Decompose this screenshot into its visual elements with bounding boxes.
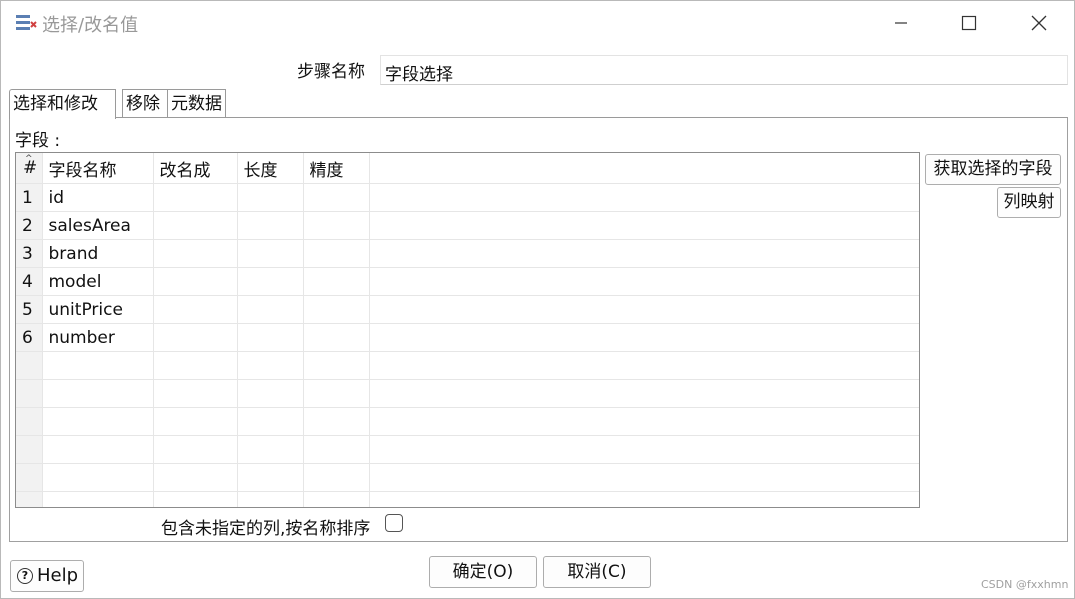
table-row[interactable]: 2 salesArea [16, 211, 919, 240]
cell-length[interactable] [237, 211, 304, 240]
cell-field-name[interactable]: unitPrice [42, 295, 154, 324]
cell-rename-to[interactable] [153, 295, 238, 324]
table-row-empty[interactable] [16, 379, 919, 408]
tab-select-modify[interactable]: 选择和修改 [9, 89, 116, 119]
get-fields-button[interactable]: 获取选择的字段 [925, 154, 1061, 185]
include-unspecified-label: 包含未指定的列,按名称排序 [161, 519, 371, 539]
fields-table[interactable]: ^ # 字段名称 改名成 长度 精度 1 id 2 salesArea 3 br… [15, 152, 920, 508]
table-row[interactable]: 5 unitPrice [16, 295, 919, 324]
table-row-empty[interactable] [16, 463, 919, 492]
cancel-button[interactable]: 取消(C) [543, 556, 651, 588]
help-button[interactable]: ? Help [10, 560, 84, 592]
table-row[interactable]: 4 model [16, 267, 919, 296]
minimize-icon [895, 22, 907, 24]
row-number: 2 [16, 211, 43, 240]
maximize-button[interactable] [941, 1, 997, 45]
cell-length[interactable] [237, 183, 304, 212]
maximize-icon [961, 15, 977, 31]
cell-filler [369, 183, 919, 212]
header-length[interactable]: 长度 [237, 153, 304, 184]
cell-field-name[interactable]: brand [42, 239, 154, 268]
cell-length[interactable] [237, 239, 304, 268]
cell-field-name[interactable]: model [42, 267, 154, 296]
cell-precision[interactable] [303, 211, 370, 240]
help-label: Help [37, 565, 79, 586]
table-row-empty[interactable] [16, 407, 919, 436]
table-row-empty[interactable] [16, 435, 919, 464]
close-button[interactable] [1011, 1, 1067, 45]
step-name-input[interactable]: 字段选择 [380, 55, 1068, 85]
fields-label: 字段 : [15, 131, 61, 151]
sort-indicator-icon: ^ [25, 154, 33, 164]
cell-length[interactable] [237, 323, 304, 352]
row-number: 4 [16, 267, 43, 296]
window-title: 选择/改名值 [42, 15, 139, 36]
cell-field-name[interactable]: number [42, 323, 154, 352]
cell-precision[interactable] [303, 323, 370, 352]
title-bar[interactable]: 选择/改名值 [1, 1, 1074, 45]
step-name-label: 步骤名称 [297, 62, 365, 82]
ok-button[interactable]: 确定(O) [429, 556, 537, 588]
cell-filler [369, 239, 919, 268]
table-row[interactable]: 6 number [16, 323, 919, 352]
cell-rename-to[interactable] [153, 239, 238, 268]
row-number: 6 [16, 323, 43, 352]
cell-precision[interactable] [303, 239, 370, 268]
table-row-empty[interactable] [16, 491, 919, 507]
cell-filler [369, 267, 919, 296]
table-row[interactable]: 1 id [16, 183, 919, 212]
table-row[interactable]: 3 brand [16, 239, 919, 268]
select-rename-icon [15, 13, 37, 33]
cell-field-name[interactable]: salesArea [42, 211, 154, 240]
cell-filler [369, 211, 919, 240]
cell-filler [369, 295, 919, 324]
table-row-empty[interactable] [16, 351, 919, 380]
row-number: 1 [16, 183, 43, 212]
header-row-number[interactable]: ^ # [16, 153, 43, 184]
watermark: CSDN @fxxhmn [981, 578, 1069, 591]
cell-rename-to[interactable] [153, 211, 238, 240]
row-number: 5 [16, 295, 43, 324]
header-precision[interactable]: 精度 [303, 153, 370, 184]
tab-metadata[interactable]: 元数据 [167, 89, 226, 117]
table-header-row: ^ # 字段名称 改名成 长度 精度 [16, 153, 919, 184]
cell-length[interactable] [237, 267, 304, 296]
help-icon: ? [17, 568, 33, 584]
header-filler [369, 153, 919, 184]
dialog-window: 选择/改名值 步骤名称 字段选择 选择和修改 移除 元数据 字段 : ^ # 字… [0, 0, 1075, 599]
cell-rename-to[interactable] [153, 183, 238, 212]
cell-rename-to[interactable] [153, 323, 238, 352]
cell-precision[interactable] [303, 267, 370, 296]
tab-remove[interactable]: 移除 [122, 89, 169, 117]
header-field-name[interactable]: 字段名称 [42, 153, 154, 184]
include-unspecified-checkbox[interactable] [385, 514, 403, 532]
cell-precision[interactable] [303, 295, 370, 324]
close-icon [1031, 15, 1047, 31]
header-rename-to[interactable]: 改名成 [153, 153, 238, 184]
cell-filler [369, 323, 919, 352]
cell-length[interactable] [237, 295, 304, 324]
cell-precision[interactable] [303, 183, 370, 212]
cell-rename-to[interactable] [153, 267, 238, 296]
column-mapping-button[interactable]: 列映射 [997, 187, 1061, 218]
row-number: 3 [16, 239, 43, 268]
minimize-button[interactable] [873, 1, 929, 45]
cell-field-name[interactable]: id [42, 183, 154, 212]
